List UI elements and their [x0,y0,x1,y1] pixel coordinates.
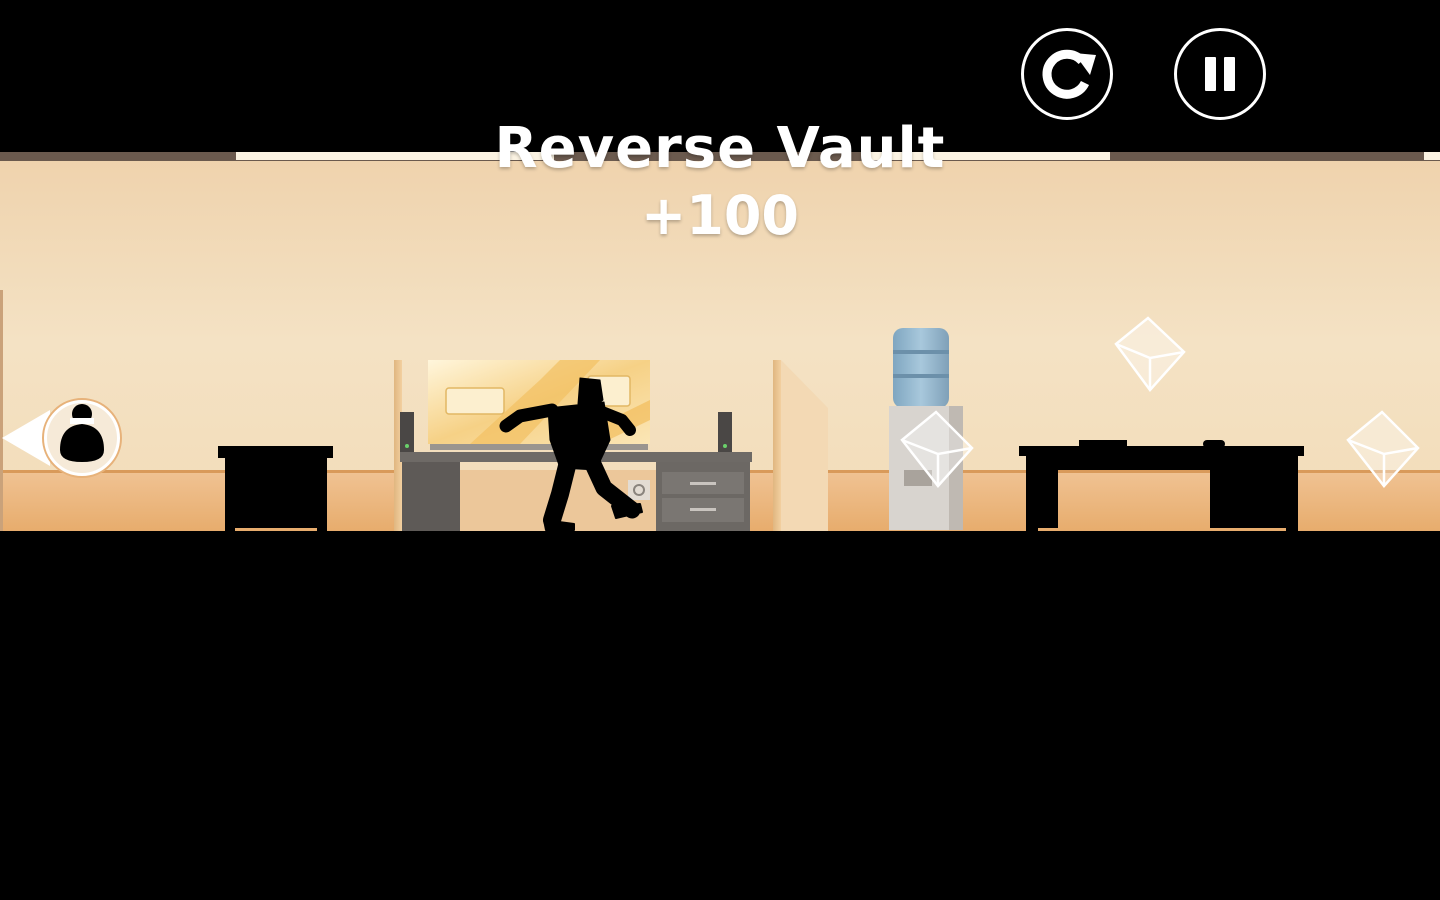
ground [0,531,1440,900]
trick-score-text: +100 [641,184,799,247]
filing-cabinet [218,446,333,532]
trick-name-text: Reverse Vault [494,116,946,181]
restart-button[interactable] [1021,28,1113,120]
restart-icon [1042,49,1096,99]
chaser-indicator [0,396,126,482]
pause-icon [1205,57,1235,91]
pause-button[interactable] [1174,28,1266,120]
hunter-avatar-icon [2,398,122,478]
